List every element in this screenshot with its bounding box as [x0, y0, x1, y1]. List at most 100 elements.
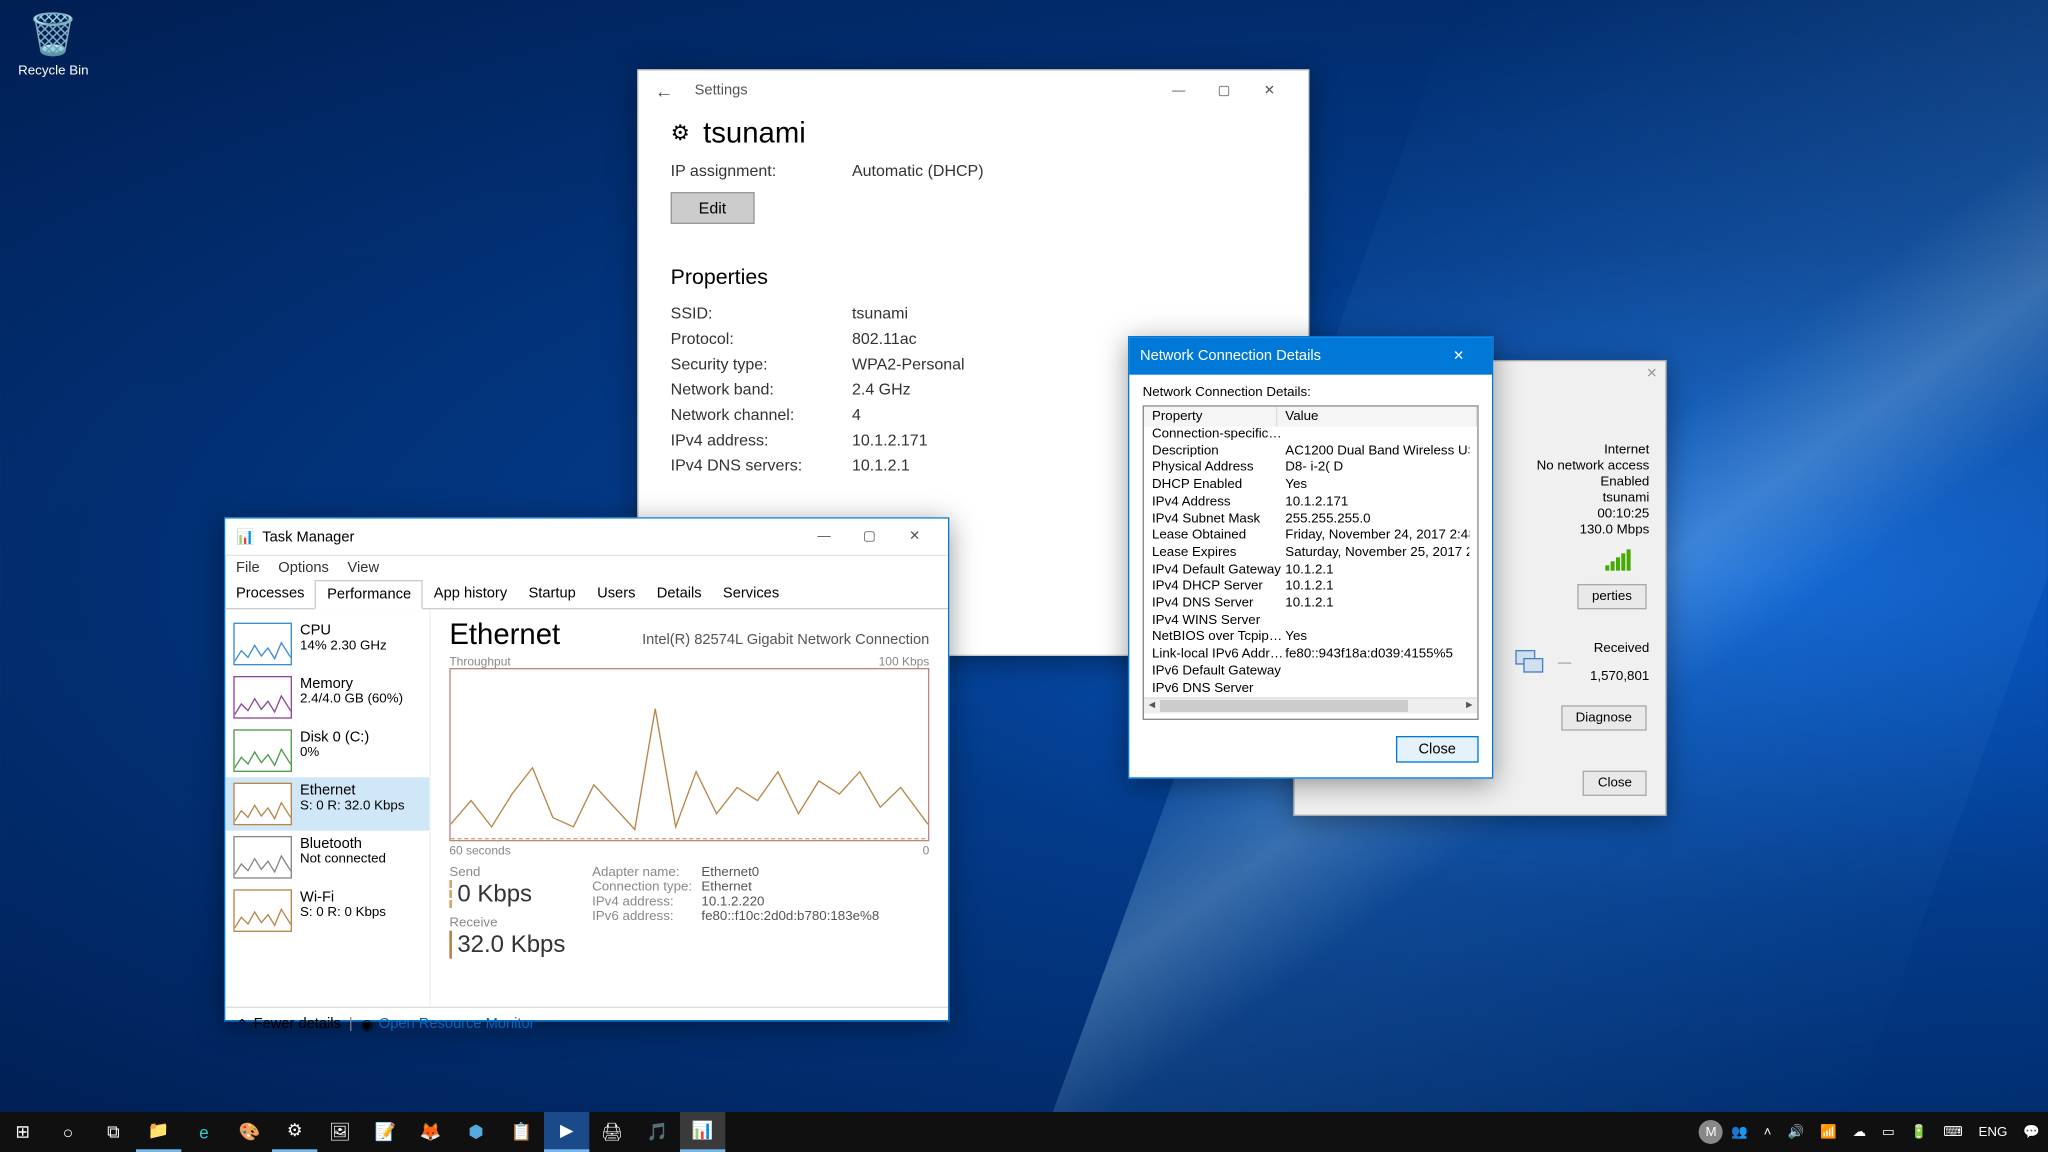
wifi-icon[interactable]: 📶 — [1812, 1125, 1845, 1140]
x-axis-right: 0 — [923, 844, 930, 857]
sidebar-item-memory[interactable]: Memory2.4/4.0 GB (60%) — [225, 671, 429, 724]
tray-chevron-icon[interactable]: ˄ — [1756, 1125, 1780, 1140]
list-row[interactable]: IPv4 DHCP Server10.1.2.1 — [1144, 579, 1477, 596]
list-row[interactable]: NetBIOS over Tcpip En...Yes — [1144, 630, 1477, 647]
language-indicator[interactable]: ENG — [1970, 1125, 2015, 1140]
resmon-icon: ◉ — [361, 1016, 374, 1033]
properties-button[interactable]: perties — [1577, 584, 1646, 609]
onedrive-icon[interactable]: ☁ — [1845, 1125, 1874, 1140]
sidebar-item-disk-0--c--[interactable]: Disk 0 (C:)0% — [225, 724, 429, 777]
detail-value: fe80::f10c:2d0d:b780:183e%8 — [701, 909, 879, 924]
list-row[interactable]: Connection-specific DN... — [1144, 427, 1477, 444]
tab-performance[interactable]: Performance — [315, 580, 423, 609]
list-row[interactable]: Lease ExpiresSaturday, November 25, 2017… — [1144, 545, 1477, 562]
close-button[interactable]: Close — [1583, 771, 1646, 796]
people-icon[interactable]: 👥 — [1723, 1125, 1756, 1140]
details-listbox[interactable]: PropertyValue Connection-specific DN...D… — [1143, 405, 1479, 720]
close-icon[interactable]: ✕ — [1436, 337, 1481, 374]
maximize-icon[interactable]: ▢ — [1201, 72, 1246, 109]
prop-value: 2.4 GHz — [852, 380, 911, 399]
minimize-icon[interactable]: — — [1156, 72, 1201, 109]
col-value[interactable]: Value — [1277, 407, 1477, 427]
close-button[interactable]: Close — [1396, 736, 1479, 763]
task-view-icon[interactable]: ⧉ — [91, 1112, 136, 1152]
app-icon-2[interactable]: 📋 — [499, 1112, 544, 1152]
list-row[interactable]: IPv4 Default Gateway10.1.2.1 — [1144, 562, 1477, 579]
activity-icon — [1513, 647, 1545, 678]
settings-icon[interactable]: ⚙ — [272, 1112, 317, 1152]
minimize-icon[interactable]: — — [801, 518, 846, 555]
row-property: NetBIOS over Tcpip En... — [1152, 630, 1285, 647]
list-row[interactable]: IPv4 DNS Server10.1.2.1 — [1144, 596, 1477, 613]
row-property: IPv4 Address — [1152, 494, 1285, 511]
list-row[interactable]: IPv4 Address10.1.2.171 — [1144, 494, 1477, 511]
recycle-bin[interactable]: 🗑️ Recycle Bin — [13, 8, 93, 79]
notifications-icon[interactable]: 💬 — [2015, 1125, 2048, 1140]
tab-startup[interactable]: Startup — [518, 580, 587, 608]
list-row[interactable]: Lease ObtainedFriday, November 24, 2017 … — [1144, 528, 1477, 545]
notepad-icon[interactable]: 📝 — [363, 1112, 408, 1152]
recycle-bin-icon: 🗑️ — [29, 8, 77, 61]
list-row[interactable]: Physical AddressD8- i-2( D — [1144, 461, 1477, 478]
menu-item[interactable]: File — [236, 560, 260, 576]
start-button[interactable]: ⊞ — [0, 1112, 45, 1152]
sidebar-item-ethernet[interactable]: EthernetS: 0 R: 32.0 Kbps — [225, 777, 429, 830]
list-row[interactable]: DHCP EnabledYes — [1144, 477, 1477, 494]
close-icon[interactable]: ✕ — [1247, 72, 1292, 109]
row-value: fe80::943f18a:d039:4155%5 — [1285, 647, 1469, 664]
app-icon[interactable]: ⬢ — [453, 1112, 498, 1152]
tray-icon[interactable]: ▭ — [1874, 1125, 1903, 1140]
tab-processes[interactable]: Processes — [225, 580, 315, 608]
paint-icon[interactable]: 🎨 — [227, 1112, 272, 1152]
powershell-icon[interactable]: ▶ — [544, 1112, 589, 1152]
perf-sidebar: CPU14% 2.30 GHzMemory2.4/4.0 GB (60%)Dis… — [225, 609, 430, 1006]
prop-label: Protocol: — [671, 329, 852, 348]
menu-item[interactable]: Options — [278, 560, 329, 576]
detail-label: IPv4 address: — [592, 895, 701, 910]
battery-icon[interactable]: 🔋 — [1903, 1125, 1936, 1140]
app-icon-3[interactable]: 🎵 — [635, 1112, 680, 1152]
edge-icon[interactable]: e — [181, 1112, 226, 1152]
edit-button[interactable]: Edit — [671, 192, 755, 224]
menu-item[interactable]: View — [348, 560, 380, 576]
file-explorer-icon[interactable]: 📁 — [136, 1112, 181, 1152]
maximize-icon[interactable]: ▢ — [847, 518, 892, 555]
list-row[interactable]: IPv4 Subnet Mask255.255.255.0 — [1144, 511, 1477, 528]
list-row[interactable]: IPv4 WINS Server — [1144, 613, 1477, 630]
firefox-icon[interactable]: 🦊 — [408, 1112, 453, 1152]
list-row[interactable]: IPv6 DNS Server — [1144, 681, 1477, 698]
sidebar-item-sub: S: 0 R: 0 Kbps — [300, 905, 386, 920]
back-icon[interactable]: ← — [655, 80, 674, 101]
network-connection-details-window: Network Connection Details ✕ Network Con… — [1128, 336, 1493, 779]
cortana-icon[interactable]: ○ — [45, 1112, 90, 1152]
collapse-icon[interactable]: ⌃ — [236, 1016, 248, 1033]
list-row[interactable]: IPv6 Default Gateway — [1144, 664, 1477, 681]
sidebar-item-cpu[interactable]: CPU14% 2.30 GHz — [225, 617, 429, 670]
sidebar-item-bluetooth[interactable]: BluetoothNot connected — [225, 831, 429, 884]
printer-icon[interactable]: 🖨 — [589, 1112, 634, 1152]
tab-details[interactable]: Details — [646, 580, 712, 608]
tab-app-history[interactable]: App history — [423, 580, 518, 608]
volume-icon[interactable]: 🔊 — [1779, 1125, 1812, 1140]
ip-assignment-label: IP assignment: — [671, 161, 852, 180]
diagnose-button[interactable]: Diagnose — [1561, 705, 1647, 730]
task-manager-icon: 📊 — [236, 528, 254, 545]
prop-value: 10.1.2.1 — [852, 456, 910, 475]
close-icon[interactable]: ✕ — [892, 518, 937, 555]
photos-icon[interactable]: 🖼 — [317, 1112, 362, 1152]
col-property[interactable]: Property — [1144, 407, 1277, 427]
tab-users[interactable]: Users — [586, 580, 646, 608]
list-row[interactable]: Link-local IPv6 Addressfe80::943f18a:d03… — [1144, 647, 1477, 664]
user-icon[interactable]: M — [1699, 1120, 1723, 1144]
keyboard-icon[interactable]: ⌨ — [1935, 1125, 1970, 1140]
open-resource-monitor-link[interactable]: Open Resource Monitor — [379, 1016, 535, 1033]
sidebar-item-wi-fi[interactable]: Wi-FiS: 0 R: 0 Kbps — [225, 884, 429, 937]
h-scrollbar[interactable]: ◄► — [1144, 698, 1477, 714]
task-manager-taskbar-icon[interactable]: 📊 — [680, 1112, 725, 1152]
close-icon[interactable]: ✕ — [1646, 367, 1657, 382]
tab-services[interactable]: Services — [712, 580, 790, 608]
sidebar-item-name: Bluetooth — [300, 836, 386, 852]
fewer-details-link[interactable]: Fewer details — [254, 1016, 341, 1033]
list-row[interactable]: DescriptionAC1200 Dual Band Wireless USB… — [1144, 444, 1477, 461]
sidebar-item-name: Ethernet — [300, 783, 405, 799]
